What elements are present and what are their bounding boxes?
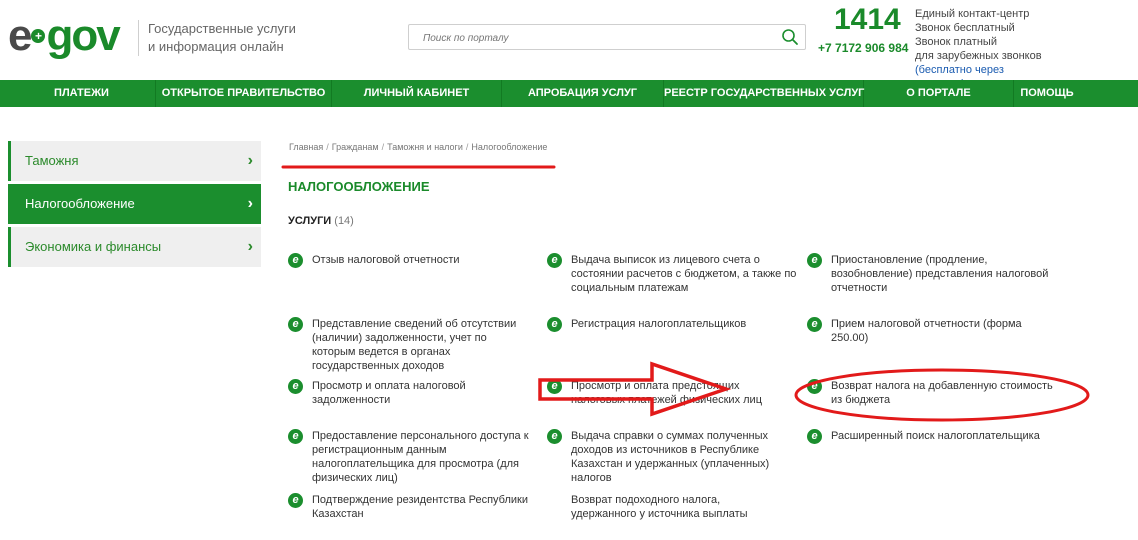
breadcrumb-item-citizens[interactable]: Гражданам — [332, 142, 379, 152]
sidebar: Таможня › Налогообложение › Экономика и … — [8, 141, 261, 270]
service-item[interactable]: e Представление сведений об отсутствии (… — [288, 317, 533, 373]
service-title: Отзыв налоговой отчетности — [312, 254, 460, 266]
main-nav: ПЛАТЕЖИ ОТКРЫТОЕ ПРАВИТЕЛЬСТВО ЛИЧНЫЙ КА… — [0, 80, 1138, 107]
nav-item-service-registry[interactable]: РЕЕСТР ГОСУДАРСТВЕННЫХ УСЛУГ — [664, 80, 864, 107]
search-box — [408, 24, 806, 50]
contact-line: Единый контакт-центр — [915, 8, 1030, 20]
chevron-right-icon: › — [247, 152, 253, 169]
service-title: Предоставление персонального доступа к р… — [312, 430, 529, 484]
egov-e-icon: e — [547, 317, 562, 332]
tagline-line2: и информация онлайн — [148, 39, 284, 54]
services-heading: УСЛУГИ (14) — [288, 215, 354, 227]
service-item-vat-refund[interactable]: e Возврат налога на добавленную стоимост… — [807, 379, 1057, 407]
chevron-right-icon: › — [247, 238, 253, 255]
breadcrumb-separator: / — [465, 142, 469, 152]
service-item[interactable]: e Подтверждение резидентства Республики … — [288, 493, 533, 521]
service-item[interactable]: e Регистрация налогоплательщиков — [547, 317, 792, 332]
sidebar-item-economy-finance[interactable]: Экономика и финансы › — [8, 227, 261, 267]
service-title: Возврат подоходного налога, удержанного … — [571, 494, 748, 520]
service-item[interactable]: e Приостановление (продление, возобновле… — [807, 253, 1057, 295]
service-title: Просмотр и оплата налоговой задолженност… — [312, 380, 466, 406]
service-item[interactable]: Возврат подоходного налога, удержанного … — [547, 493, 787, 521]
service-item[interactable]: e Предоставление персонального доступа к… — [288, 429, 533, 485]
contact-line: для зарубежных звонков — [915, 50, 1042, 62]
contact-info: Единый контакт-центр Звонок бесплатный З… — [915, 7, 1055, 91]
service-title: Прием налоговой отчетности (форма 250.00… — [831, 318, 1022, 344]
egov-e-icon: e — [547, 429, 562, 444]
nav-item-service-approbation[interactable]: АПРОБАЦИЯ УСЛУГ — [502, 80, 664, 107]
egov-e-icon: e — [807, 317, 822, 332]
service-item[interactable]: e Просмотр и оплата налоговой задолженно… — [288, 379, 533, 407]
service-title: Приостановление (продление, возобновлени… — [831, 254, 1049, 294]
service-item[interactable]: e Отзыв налоговой отчетности — [288, 253, 533, 268]
egov-e-icon: e — [288, 253, 303, 268]
nav-item-payments[interactable]: ПЛАТЕЖИ — [8, 80, 156, 107]
page-title: НАЛОГООБЛОЖЕНИЕ — [288, 179, 430, 194]
chevron-right-icon: › — [247, 195, 253, 212]
search-icon[interactable] — [781, 28, 799, 46]
service-item[interactable]: e Просмотр и оплата предстоящих налоговы… — [547, 379, 787, 407]
logo-e: e — [8, 11, 33, 60]
contact-phone-number[interactable]: +7 7172 906 984 — [818, 41, 908, 55]
breadcrumb-separator: / — [381, 142, 385, 152]
breadcrumb-item-taxation: Налогообложение — [471, 142, 548, 152]
contact-center-number[interactable]: 1414 — [834, 4, 901, 36]
egov-e-icon: e — [288, 429, 303, 444]
breadcrumb-item-customs-taxes[interactable]: Таможня и налоги — [387, 142, 463, 152]
tagline: Государственные услуги и информация онла… — [138, 20, 318, 56]
egov-e-icon: e — [547, 379, 562, 394]
search-input[interactable] — [423, 30, 763, 46]
service-title: Возврат налога на добавленную стоимость … — [831, 380, 1053, 406]
sidebar-item-customs[interactable]: Таможня › — [8, 141, 261, 181]
service-title: Выдача выписок из лицевого счета о состо… — [571, 254, 797, 294]
egov-logo[interactable]: e + gov — [8, 11, 121, 60]
logo-plus-icon: + — [31, 29, 46, 44]
logo-gov: gov — [46, 11, 120, 60]
service-item[interactable]: e Прием налоговой отчетности (форма 250.… — [807, 317, 1052, 345]
services-count: (14) — [334, 215, 354, 227]
tagline-line1: Государственные услуги — [148, 21, 296, 36]
egov-e-icon: e — [288, 379, 303, 394]
contact-line: Звонок бесплатный — [915, 22, 1015, 34]
egov-e-icon: e — [807, 379, 822, 394]
sidebar-item-label: Таможня — [25, 153, 79, 168]
service-title: Регистрация налогоплательщиков — [571, 318, 747, 330]
egov-e-icon: e — [547, 253, 562, 268]
sidebar-item-label: Налогообложение — [25, 196, 135, 211]
service-title: Подтверждение резидентства Республики Ка… — [312, 494, 528, 520]
nav-item-about[interactable]: О ПОРТАЛЕ — [864, 80, 1014, 107]
header: e + gov Государственные услуги и информаци… — [0, 0, 1138, 91]
service-title: Представление сведений об отсутствии (на… — [312, 318, 517, 372]
sidebar-item-label: Экономика и финансы — [25, 239, 162, 254]
egov-e-icon: e — [288, 317, 303, 332]
service-item[interactable]: e Расширенный поиск налогоплательщика — [807, 429, 1052, 444]
nav-item-personal-account[interactable]: ЛИЧНЫЙ КАБИНЕТ — [332, 80, 502, 107]
service-item[interactable]: e Выдача справки о суммах полученных дох… — [547, 429, 799, 485]
nav-item-open-government[interactable]: ОТКРЫТОЕ ПРАВИТЕЛЬСТВО — [156, 80, 332, 107]
breadcrumb-separator: / — [326, 142, 329, 152]
service-item[interactable]: e Выдача выписок из лицевого счета о сос… — [547, 253, 797, 295]
contact-line: Звонок платный — [915, 36, 997, 48]
service-title: Расширенный поиск налогоплательщика — [831, 430, 1040, 442]
services-label: УСЛУГИ — [288, 215, 332, 227]
sidebar-item-taxation[interactable]: Налогообложение › — [8, 184, 261, 224]
breadcrumb-item-home[interactable]: Главная — [289, 142, 323, 152]
egov-e-icon: e — [288, 493, 303, 508]
service-title: Просмотр и оплата предстоящих налоговых … — [571, 380, 762, 406]
nav-tail — [1080, 80, 1138, 107]
nav-item-help[interactable]: ПОМОЩЬ — [1014, 80, 1080, 107]
egov-e-icon: e — [807, 429, 822, 444]
egov-e-icon: e — [807, 253, 822, 268]
service-title: Выдача справки о суммах полученных доход… — [571, 430, 770, 484]
breadcrumb: Главная / Гражданам / Таможня и налоги / Налог… — [289, 142, 547, 152]
nav-spacer — [0, 80, 8, 107]
